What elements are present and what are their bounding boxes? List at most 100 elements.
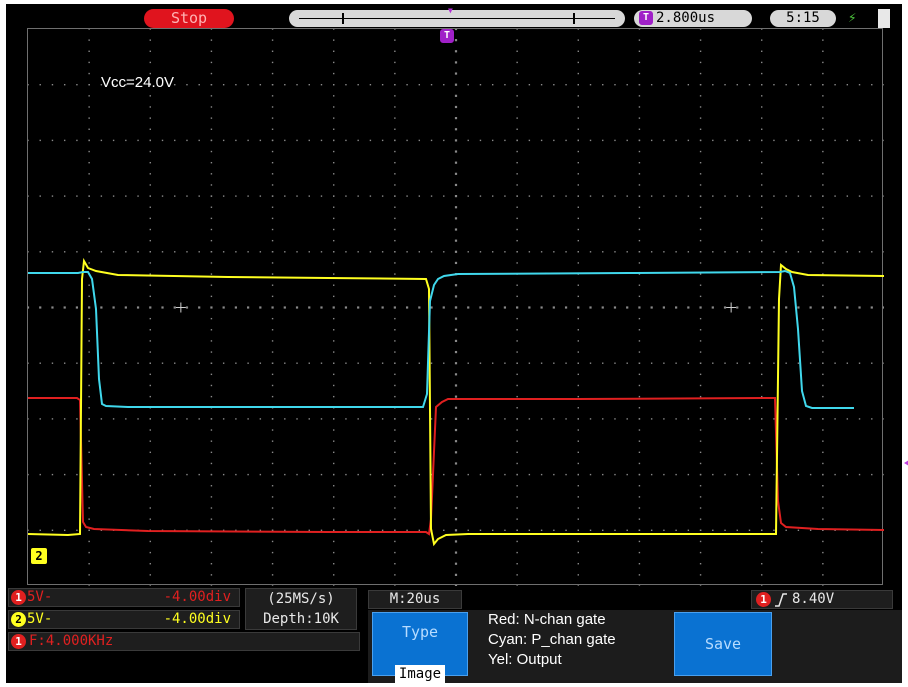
grid-dot (516, 295, 518, 298)
grid-dot (761, 50, 763, 52)
grid-dot (858, 418, 861, 420)
grid-dot (394, 262, 396, 264)
grid-dot (454, 117, 458, 120)
grid-dot (822, 150, 824, 153)
grid-dot (687, 306, 690, 309)
grid-dot (638, 451, 641, 454)
grid-dot (296, 473, 298, 476)
grid-dot (577, 518, 579, 520)
grid-dot (454, 61, 458, 64)
grid-dot (394, 518, 396, 520)
grid-dot (650, 84, 653, 86)
grid-dot (430, 251, 433, 253)
grid-dot (577, 39, 579, 41)
grid-dot (320, 418, 323, 420)
grid-dot (296, 362, 298, 364)
ch2-ground-marker[interactable]: 2 (31, 548, 47, 564)
grid-dot (63, 195, 66, 197)
grid-dot (846, 418, 849, 420)
grid-dot (454, 417, 458, 420)
grid-dot (51, 139, 54, 142)
grid-dot (76, 251, 78, 253)
trigger-position-t-icon[interactable]: T (440, 29, 454, 43)
grid-dot (516, 139, 518, 142)
grid-dot (394, 496, 396, 498)
grid-dot (149, 161, 151, 164)
grid-dot (467, 306, 470, 309)
grid-dot (712, 473, 714, 476)
grid-dot (174, 251, 176, 253)
grid-dot (222, 84, 225, 86)
grid-dot (394, 128, 396, 130)
grid-dot (883, 473, 884, 476)
grid-dot (773, 473, 775, 476)
grid-dot (222, 362, 225, 364)
grid-dot (333, 395, 335, 398)
grid-dot (675, 139, 677, 142)
channel-2-row[interactable]: 2 5V- -4.00div (8, 610, 240, 629)
grid-dot (333, 429, 335, 431)
grid-dot (467, 362, 469, 364)
grid-dot (454, 250, 458, 253)
grid-dot (662, 306, 665, 309)
trigger-level-readout[interactable]: 1 8.40V (751, 590, 893, 609)
grid-dot (125, 251, 127, 253)
grid-dot (210, 418, 213, 420)
run-state-badge[interactable]: Stop (144, 9, 234, 28)
grid-dot (699, 507, 702, 509)
grid-dot (137, 418, 139, 420)
type-menu-button[interactable]: Type Image (372, 612, 468, 683)
grid-dot (858, 251, 861, 253)
timebase-readout[interactable]: M:20us (368, 590, 462, 609)
grid-dot (28, 473, 29, 476)
grid-dot (699, 362, 702, 364)
grid-dot (675, 306, 678, 309)
grid-dot (516, 518, 518, 520)
grid-dot (210, 440, 213, 442)
grid-dot (589, 139, 592, 142)
grid-dot (454, 451, 458, 454)
grid-dot (296, 418, 298, 420)
grid-dot (516, 184, 518, 186)
grid-dot (516, 39, 518, 41)
grid-dot (516, 95, 518, 97)
grid-dot (296, 529, 298, 531)
view-bracket-left (342, 13, 344, 24)
grid-dot (516, 317, 518, 320)
grid-dot (88, 184, 90, 186)
grid-dot (699, 39, 702, 41)
grid-dot (516, 384, 518, 387)
grid-dot (333, 150, 335, 153)
channel-1-row[interactable]: 1 5V- -4.00div (8, 588, 240, 607)
waveform-position-bar[interactable] (289, 10, 625, 27)
grid-dot (724, 418, 726, 420)
grid-dot (88, 473, 90, 476)
trigger-level-arrow-icon[interactable] (904, 457, 908, 469)
grid-dot (663, 251, 665, 253)
grid-dot (100, 418, 103, 420)
grid-dot (173, 306, 176, 309)
grid-dot (577, 340, 579, 342)
grid-dot (553, 139, 555, 142)
grid-dot (638, 540, 641, 543)
grid-dot (565, 473, 567, 476)
grid-dot (88, 351, 90, 353)
grid-dot (516, 284, 518, 286)
vcc-annotation: Vcc=24.0V (101, 74, 174, 91)
grid-dot (333, 72, 335, 75)
grid-dot (638, 29, 641, 30)
grid-dot (418, 306, 421, 309)
battery-icon (878, 9, 890, 28)
type-label: Type (401, 623, 439, 641)
grid-dot (626, 529, 628, 531)
grid-dot (577, 217, 579, 220)
grid-dot (271, 563, 274, 565)
legend-yellow: Yel: Output (488, 651, 562, 668)
grid-dot (577, 184, 579, 186)
grid-dot (772, 306, 776, 309)
grid-dot (773, 139, 775, 142)
grid-dot (39, 529, 41, 531)
grid-dot (785, 251, 787, 253)
grid-dot (333, 173, 335, 175)
save-button[interactable]: Save (674, 612, 772, 676)
